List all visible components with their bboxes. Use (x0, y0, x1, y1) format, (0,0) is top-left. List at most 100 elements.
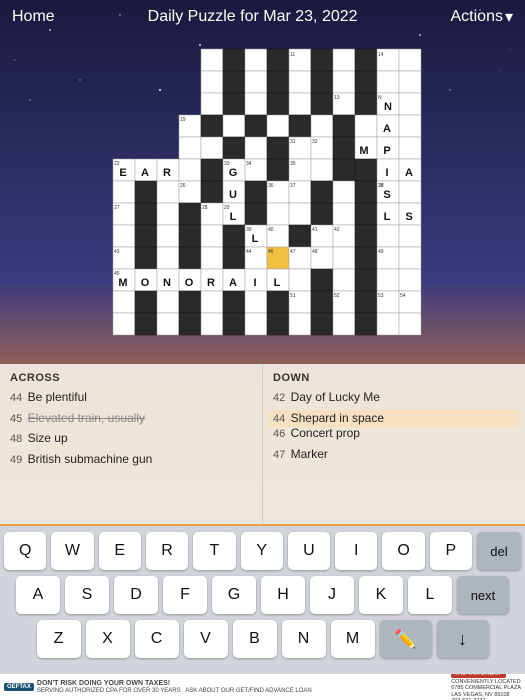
key-Y[interactable]: Y (241, 532, 283, 570)
svg-text:40: 40 (268, 227, 274, 233)
svg-text:19: 19 (180, 117, 186, 123)
clue-text: Concert prop (291, 426, 360, 440)
key-Q[interactable]: Q (4, 532, 46, 570)
actions-chevron-icon: ▾ (505, 7, 513, 27)
svg-text:U: U (229, 189, 237, 201)
ad-right: THE TAX GROUP CONVENIENTLY LOCATED6785 C… (451, 674, 521, 700)
key-C[interactable]: C (135, 620, 179, 658)
key-L[interactable]: L (408, 576, 452, 614)
key-X[interactable]: X (86, 620, 130, 658)
svg-text:52: 52 (334, 293, 340, 299)
key-D[interactable]: D (114, 576, 158, 614)
clue-text: Elevated train, usually (28, 411, 145, 425)
svg-text:49: 49 (378, 249, 384, 255)
svg-text:A: A (229, 277, 237, 289)
key-I[interactable]: I (335, 532, 377, 570)
ad-subtext: SERVING AUTHORIZED CPA FOR OVER 30 YEARS… (37, 688, 312, 695)
key-K[interactable]: K (359, 576, 403, 614)
clues-panel: ACROSS 44 Be plentiful 45 Elevated train… (0, 364, 525, 524)
svg-text:M: M (118, 277, 127, 289)
key-A[interactable]: A (16, 576, 60, 614)
key-J[interactable]: J (310, 576, 354, 614)
header: Home Daily Puzzle for Mar 23, 2022 Actio… (0, 0, 525, 34)
svg-text:P: P (383, 145, 390, 157)
delete-key[interactable]: del (477, 532, 521, 570)
key-E[interactable]: E (99, 532, 141, 570)
svg-text:35: 35 (290, 161, 296, 167)
key-F[interactable]: F (163, 576, 207, 614)
svg-text:41: 41 (312, 227, 318, 233)
pen-key[interactable]: ✏️ (380, 620, 432, 658)
crossword-grid-container: .cell { fill: white; stroke: #999; strok… (0, 34, 525, 364)
key-T[interactable]: T (193, 532, 235, 570)
svg-text:O: O (184, 277, 193, 289)
clue-down-46[interactable]: 46 Concert prop (273, 426, 515, 442)
key-P[interactable]: P (430, 532, 472, 570)
svg-text:36: 36 (268, 183, 274, 189)
crossword-svg[interactable]: .cell { fill: white; stroke: #999; strok… (93, 44, 433, 354)
key-S[interactable]: S (65, 576, 109, 614)
across-clues: ACROSS 44 Be plentiful 45 Elevated train… (0, 364, 262, 524)
ad-right-text: CONVENIENTLY LOCATED6785 COMMERCIAL PLAZ… (451, 679, 521, 700)
down-clues: DOWN 42 Day of Lucky Me 44 Shepard in sp… (262, 364, 525, 524)
home-button[interactable]: Home (12, 8, 55, 26)
clue-down-42[interactable]: 42 Day of Lucky Me (273, 390, 515, 406)
clue-text: Marker (291, 447, 328, 461)
down-arrow-key[interactable]: ↓ (437, 620, 489, 658)
svg-text:34: 34 (246, 161, 252, 167)
svg-text:43: 43 (114, 249, 120, 255)
actions-button[interactable]: Actions ▾ (451, 7, 514, 27)
clue-across-49[interactable]: 49 British submachine gun (10, 452, 252, 468)
key-O[interactable]: O (382, 532, 424, 570)
clue-down-47[interactable]: 47 Marker (273, 447, 515, 463)
svg-text:S: S (405, 211, 412, 223)
ad-text-left: DON'T RISK DOING YOUR OWN TAXES! SERVING… (37, 680, 312, 694)
key-W[interactable]: W (51, 532, 93, 570)
clue-across-44[interactable]: 44 Be plentiful (10, 390, 252, 406)
clue-across-48[interactable]: 48 Size up (10, 431, 252, 447)
svg-text:37: 37 (290, 183, 296, 189)
svg-text:M: M (359, 145, 368, 157)
svg-text:53: 53 (378, 293, 384, 299)
actions-label: Actions (451, 8, 503, 26)
svg-text:46: 46 (268, 249, 274, 255)
page-title: Daily Puzzle for Mar 23, 2022 (148, 8, 358, 26)
key-U[interactable]: U (288, 532, 330, 570)
keyboard-row-2: A S D F G H J K L next (4, 576, 521, 614)
svg-text:S: S (383, 189, 390, 201)
svg-text:I: I (253, 277, 256, 289)
key-B[interactable]: B (233, 620, 277, 658)
svg-text:G: G (228, 167, 237, 179)
ad-banner[interactable]: OEFTAX DON'T RISK DOING YOUR OWN TAXES! … (0, 674, 525, 700)
key-G[interactable]: G (212, 576, 256, 614)
clue-down-44[interactable]: 44 Shepard in space (269, 410, 519, 428)
key-H[interactable]: H (261, 576, 305, 614)
svg-text:27: 27 (114, 205, 120, 211)
key-R[interactable]: R (146, 532, 188, 570)
svg-text:32: 32 (312, 139, 318, 145)
svg-text:26: 26 (180, 183, 186, 189)
clue-num: 46 (273, 428, 285, 440)
next-key[interactable]: next (457, 576, 509, 614)
clue-num: 44 (10, 392, 22, 404)
clue-text: Shepard in space (291, 411, 384, 425)
keyboard-row-1: Q W E R T Y U I O P del (4, 532, 521, 570)
svg-text:I: I (385, 167, 388, 179)
clue-across-45[interactable]: 45 Elevated train, usually (10, 411, 252, 427)
ad-left: OEFTAX DON'T RISK DOING YOUR OWN TAXES! … (4, 680, 451, 694)
svg-text:A: A (405, 167, 413, 179)
svg-text:L: L (251, 233, 258, 245)
svg-text:42: 42 (334, 227, 340, 233)
key-V[interactable]: V (184, 620, 228, 658)
svg-text:N: N (378, 95, 382, 101)
ad-headline: DON'T RISK DOING YOUR OWN TAXES! (37, 680, 312, 688)
clue-text: Day of Lucky Me (291, 390, 380, 404)
svg-text:28: 28 (202, 205, 208, 211)
key-Z[interactable]: Z (37, 620, 81, 658)
svg-text:R: R (207, 277, 215, 289)
key-M[interactable]: M (331, 620, 375, 658)
key-N[interactable]: N (282, 620, 326, 658)
clue-num: 49 (10, 454, 22, 466)
across-title: ACROSS (10, 372, 252, 384)
svg-text:E: E (119, 167, 126, 179)
